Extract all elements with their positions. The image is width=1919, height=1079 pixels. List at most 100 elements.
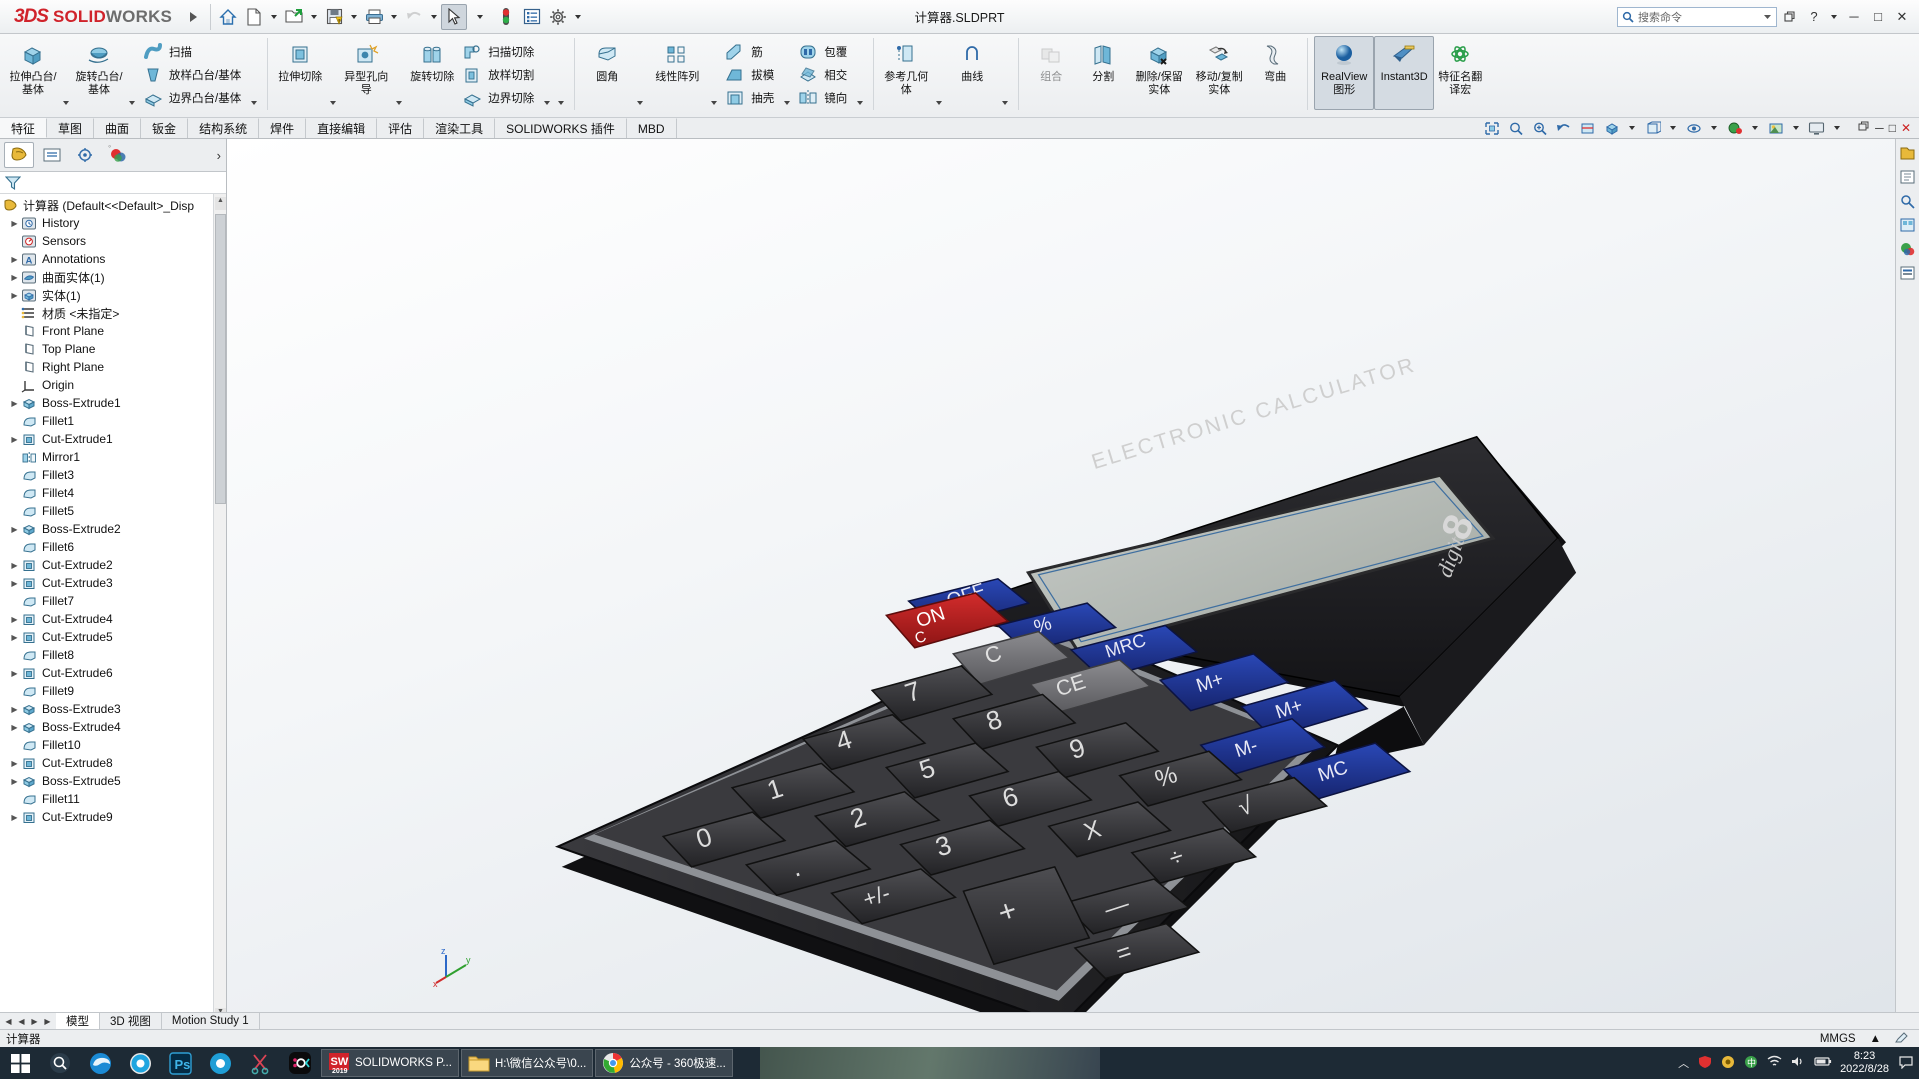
- doc-close-icon[interactable]: ✕: [1901, 121, 1911, 135]
- view-orientation-icon[interactable]: [1601, 119, 1622, 138]
- extrude-cut-dropdown[interactable]: [326, 36, 340, 114]
- save-dropdown-icon[interactable]: [351, 14, 358, 19]
- tray-red-shield-icon[interactable]: [1698, 1055, 1712, 1072]
- new-document-icon[interactable]: [241, 4, 267, 30]
- photoshop-icon[interactable]: Ps: [160, 1047, 200, 1079]
- cut-more-dropdown[interactable]: [540, 36, 554, 114]
- rebuild-icon[interactable]: [493, 4, 519, 30]
- tree-item-fillet8[interactable]: Fillet8: [0, 646, 226, 664]
- features-more-dropdown-2[interactable]: [853, 36, 867, 114]
- tree-item-fillet10[interactable]: Fillet10: [0, 736, 226, 754]
- panel-pin-icon[interactable]: ◦: [108, 141, 111, 151]
- feature-tree-tab[interactable]: [4, 142, 34, 168]
- reference-geometry-button[interactable]: 参考几何体: [880, 36, 932, 110]
- macro-button[interactable]: 特征名翻译宏: [1434, 36, 1486, 110]
- graphics-area[interactable]: ELECTRONIC CALCULATOR 8 digit OFF % MRC …: [227, 139, 1919, 1047]
- taskbar-task-browser[interactable]: 公众号 - 360极速...: [595, 1049, 733, 1077]
- tree-scrollbar[interactable]: ▲ ▼: [213, 194, 226, 1024]
- sweep-button[interactable]: 扫描: [139, 40, 247, 63]
- recorder-icon[interactable]: [200, 1047, 240, 1079]
- view-orientation-dropdown-icon[interactable]: [1629, 126, 1636, 130]
- apply-scene-dropdown-icon[interactable]: [1793, 126, 1800, 130]
- display-style-dropdown-icon[interactable]: [1670, 126, 1677, 130]
- print-dropdown-icon[interactable]: [391, 14, 398, 19]
- tab-nav-last-icon[interactable]: ▶: [41, 1017, 54, 1026]
- tab-sketch[interactable]: 草图: [47, 118, 95, 138]
- edit-appearance-icon[interactable]: [1724, 119, 1745, 138]
- zoom-in-out-icon[interactable]: [1529, 119, 1550, 138]
- doc-restore-icon[interactable]: [1858, 121, 1870, 135]
- tab-sheetmetal[interactable]: 钣金: [141, 118, 189, 138]
- expand-arrow-icon[interactable]: ▶: [8, 633, 21, 642]
- tree-item-cut-extrude5[interactable]: ▶ Cut-Extrude5: [0, 628, 226, 646]
- boss-base-more-dropdown[interactable]: [247, 36, 261, 114]
- wrap-button[interactable]: 包覆: [794, 40, 853, 63]
- feature-tree[interactable]: 计算器 (Default<<Default>_Disp ▶ History Sens…: [0, 194, 226, 1024]
- minimize-icon[interactable]: ─: [1843, 6, 1865, 28]
- revolve-boss-button[interactable]: 旋转凸台/基体: [73, 36, 125, 110]
- okc-icon[interactable]: [280, 1047, 320, 1079]
- previous-view-icon[interactable]: [1553, 119, 1574, 138]
- tree-item-annotations[interactable]: ▶ A Annotations: [0, 250, 226, 268]
- revolve-boss-dropdown[interactable]: [125, 36, 139, 114]
- display-style-icon[interactable]: [1642, 119, 1663, 138]
- windows-start-icon[interactable]: [0, 1047, 40, 1079]
- tab-surfaces[interactable]: 曲面: [94, 118, 142, 138]
- view-palette-icon[interactable]: [1898, 215, 1918, 235]
- tab-evaluate[interactable]: 评估: [377, 118, 425, 138]
- tree-item-boss-extrude4[interactable]: ▶ Boss-Extrude4: [0, 718, 226, 736]
- tree-item-cut-extrude8[interactable]: ▶ Cut-Extrude8: [0, 754, 226, 772]
- realview-graphics-button[interactable]: RealView 图形: [1314, 36, 1375, 110]
- menu-expand-icon[interactable]: [180, 4, 206, 30]
- curves-dropdown[interactable]: [998, 36, 1012, 114]
- tree-item-front-plane[interactable]: Front Plane: [0, 322, 226, 340]
- extrude-boss-button[interactable]: 拉伸凸台/基体: [7, 36, 59, 110]
- extrude-boss-dropdown[interactable]: [59, 36, 73, 114]
- select-arrow-icon[interactable]: [441, 3, 468, 30]
- tree-item-fillet4[interactable]: Fillet4: [0, 484, 226, 502]
- zoom-area-icon[interactable]: [1505, 119, 1526, 138]
- tray-network-icon[interactable]: [1767, 1055, 1782, 1071]
- close-icon[interactable]: ✕: [1891, 6, 1913, 28]
- tree-item-cut-extrude9[interactable]: ▶ Cut-Extrude9: [0, 808, 226, 826]
- tree-item-cut-extrude2[interactable]: ▶ Cut-Extrude2: [0, 556, 226, 574]
- linear-pattern-button[interactable]: 线性阵列: [647, 36, 707, 110]
- expand-arrow-icon[interactable]: ▶: [8, 435, 21, 444]
- scroll-thumb[interactable]: [215, 214, 226, 504]
- hide-show-icon[interactable]: [1683, 119, 1704, 138]
- view-settings-icon[interactable]: [1806, 119, 1827, 138]
- tray-volume-icon[interactable]: [1791, 1055, 1805, 1071]
- tab-render-tools[interactable]: 渲染工具: [424, 118, 496, 138]
- zoom-fit-icon[interactable]: [1481, 119, 1502, 138]
- custom-properties-icon[interactable]: [1898, 263, 1918, 283]
- split-button[interactable]: 分割: [1077, 36, 1129, 110]
- edit-appearance-dropdown-icon[interactable]: [1752, 126, 1759, 130]
- tray-battery-icon[interactable]: [1814, 1056, 1832, 1070]
- open-folder-icon[interactable]: [281, 4, 307, 30]
- tree-root[interactable]: 计算器 (Default<<Default>_Disp: [0, 196, 226, 214]
- tree-item-boss-extrude1[interactable]: ▶ Boss-Extrude1: [0, 394, 226, 412]
- apply-scene-icon[interactable]: [1765, 119, 1786, 138]
- tab-structure-system[interactable]: 结构系统: [188, 118, 260, 138]
- scroll-up-icon[interactable]: ▲: [215, 197, 226, 210]
- tree-item-history[interactable]: ▶ History: [0, 214, 226, 232]
- tree-item-boss-extrude2[interactable]: ▶ Boss-Extrude2: [0, 520, 226, 538]
- hole-wizard-dropdown[interactable]: [392, 36, 406, 114]
- status-units-caret[interactable]: ▲: [1870, 1033, 1881, 1045]
- move-copy-body-button[interactable]: 移动/复制实体: [1189, 36, 1249, 110]
- model-tab-model[interactable]: 模型: [56, 1013, 100, 1029]
- tree-item-mirror1[interactable]: Mirror1: [0, 448, 226, 466]
- shell-button[interactable]: 抽壳: [721, 86, 780, 109]
- search-circle-icon[interactable]: [40, 1047, 80, 1079]
- draft-button[interactable]: 拔模: [721, 63, 780, 86]
- doc-minimize-icon[interactable]: ─: [1875, 121, 1884, 135]
- tree-item-cut-extrude1[interactable]: ▶ Cut-Extrude1: [0, 430, 226, 448]
- new-document-dropdown-icon[interactable]: [271, 14, 278, 19]
- hide-show-dropdown-icon[interactable]: [1711, 126, 1718, 130]
- undo-icon[interactable]: [401, 4, 427, 30]
- maximize-icon[interactable]: □: [1867, 6, 1889, 28]
- calculator-model[interactable]: ELECTRONIC CALCULATOR 8 digit OFF % MRC …: [227, 139, 1919, 1047]
- gear-dropdown-icon[interactable]: [575, 14, 582, 19]
- cut-more-dropdown-2[interactable]: [554, 36, 568, 114]
- snip-icon[interactable]: [240, 1047, 280, 1079]
